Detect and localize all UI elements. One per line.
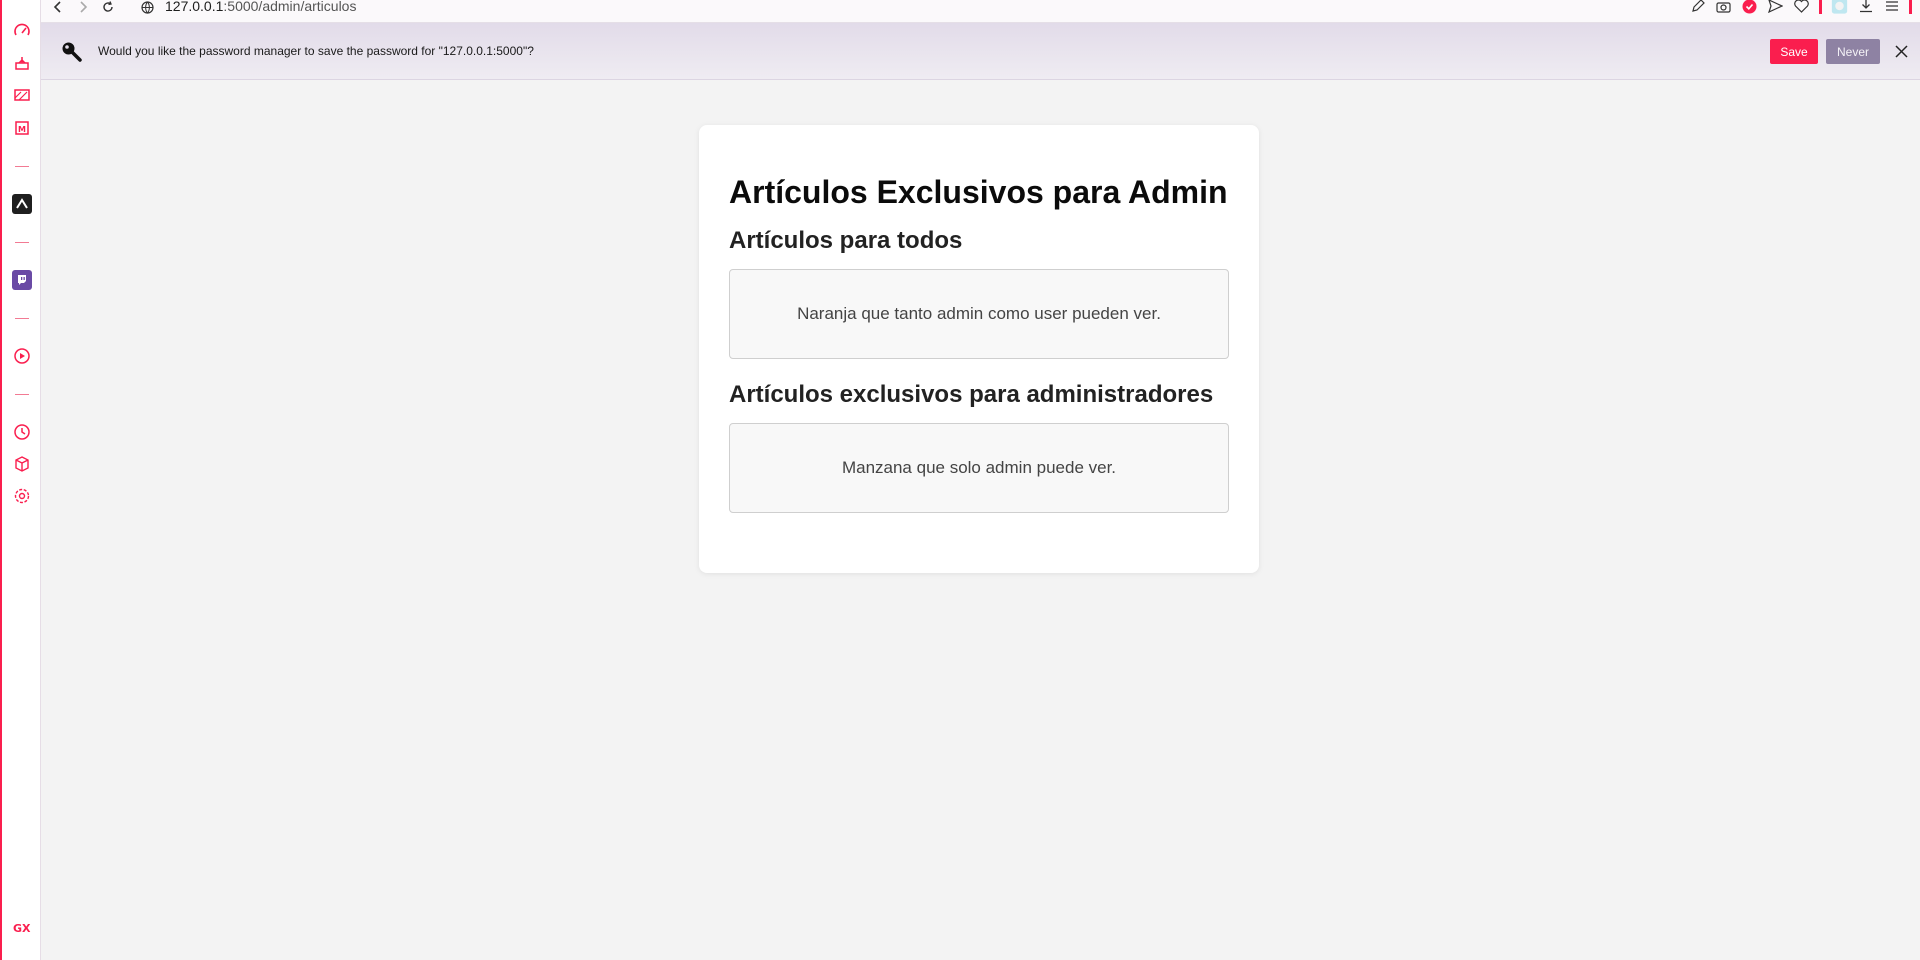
- sidebar-separator: [15, 166, 29, 167]
- infobar-message: Would you like the password manager to s…: [98, 44, 534, 58]
- settings-icon[interactable]: [11, 485, 33, 507]
- speed-dial-icon[interactable]: [11, 20, 33, 42]
- svg-text:M: M: [18, 125, 26, 134]
- sidebar: M GX: [0, 0, 41, 960]
- camera-icon[interactable]: [1715, 0, 1732, 15]
- gx-label: GX: [13, 922, 31, 935]
- back-icon[interactable]: [50, 0, 66, 14]
- player-icon[interactable]: [11, 345, 33, 367]
- never-button[interactable]: Never: [1826, 39, 1880, 64]
- forward-icon[interactable]: [75, 0, 91, 14]
- close-icon[interactable]: [1892, 42, 1910, 60]
- gx-corner-icon[interactable]: [11, 84, 33, 106]
- key-icon: [61, 41, 83, 63]
- shield-icon[interactable]: [1741, 0, 1758, 15]
- page-title: Artículos Exclusivos para Admin: [729, 174, 1228, 210]
- download-icon[interactable]: [1857, 0, 1874, 15]
- sidebar-separator: [15, 394, 29, 395]
- url-field[interactable]: 127.0.0.1:5000/admin/articulos: [165, 0, 356, 14]
- menu-icon[interactable]: [1883, 0, 1900, 15]
- toolbar-icons: [1689, 0, 1912, 15]
- extensions-icon[interactable]: [11, 453, 33, 475]
- heart-icon[interactable]: [1793, 0, 1810, 15]
- site-info-icon[interactable]: [139, 0, 155, 14]
- send-icon[interactable]: [1767, 0, 1784, 15]
- content-card: Artículos Exclusivos para Admin Artículo…: [699, 125, 1259, 573]
- sidebar-separator: [15, 318, 29, 319]
- address-bar: 127.0.0.1:5000/admin/articulos: [41, 0, 1920, 23]
- twitch-icon[interactable]: [11, 269, 33, 291]
- password-infobar: Would you like the password manager to s…: [41, 23, 1920, 80]
- section-heading-admin: Artículos exclusivos para administradore…: [729, 381, 1214, 408]
- save-button[interactable]: Save: [1770, 39, 1818, 64]
- gx-mods-icon[interactable]: M: [11, 117, 33, 139]
- article-item: Naranja que tanto admin como user pueden…: [729, 269, 1229, 359]
- url-host: 127.0.0.1: [165, 0, 224, 14]
- section-heading-todos: Artículos para todos: [729, 227, 963, 254]
- avatar[interactable]: [1831, 0, 1848, 15]
- history-icon[interactable]: [11, 421, 33, 443]
- app-icon[interactable]: [11, 193, 33, 215]
- reload-icon[interactable]: [100, 0, 116, 14]
- accent-bar: [1909, 0, 1912, 14]
- edit-icon[interactable]: [1689, 0, 1706, 15]
- url-path: :5000/admin/articulos: [223, 0, 357, 14]
- sidebar-separator: [15, 242, 29, 243]
- article-item: Manzana que solo admin puede ver.: [729, 423, 1229, 513]
- accent-bar: [1819, 0, 1822, 14]
- gx-cleaner-icon[interactable]: [11, 52, 33, 74]
